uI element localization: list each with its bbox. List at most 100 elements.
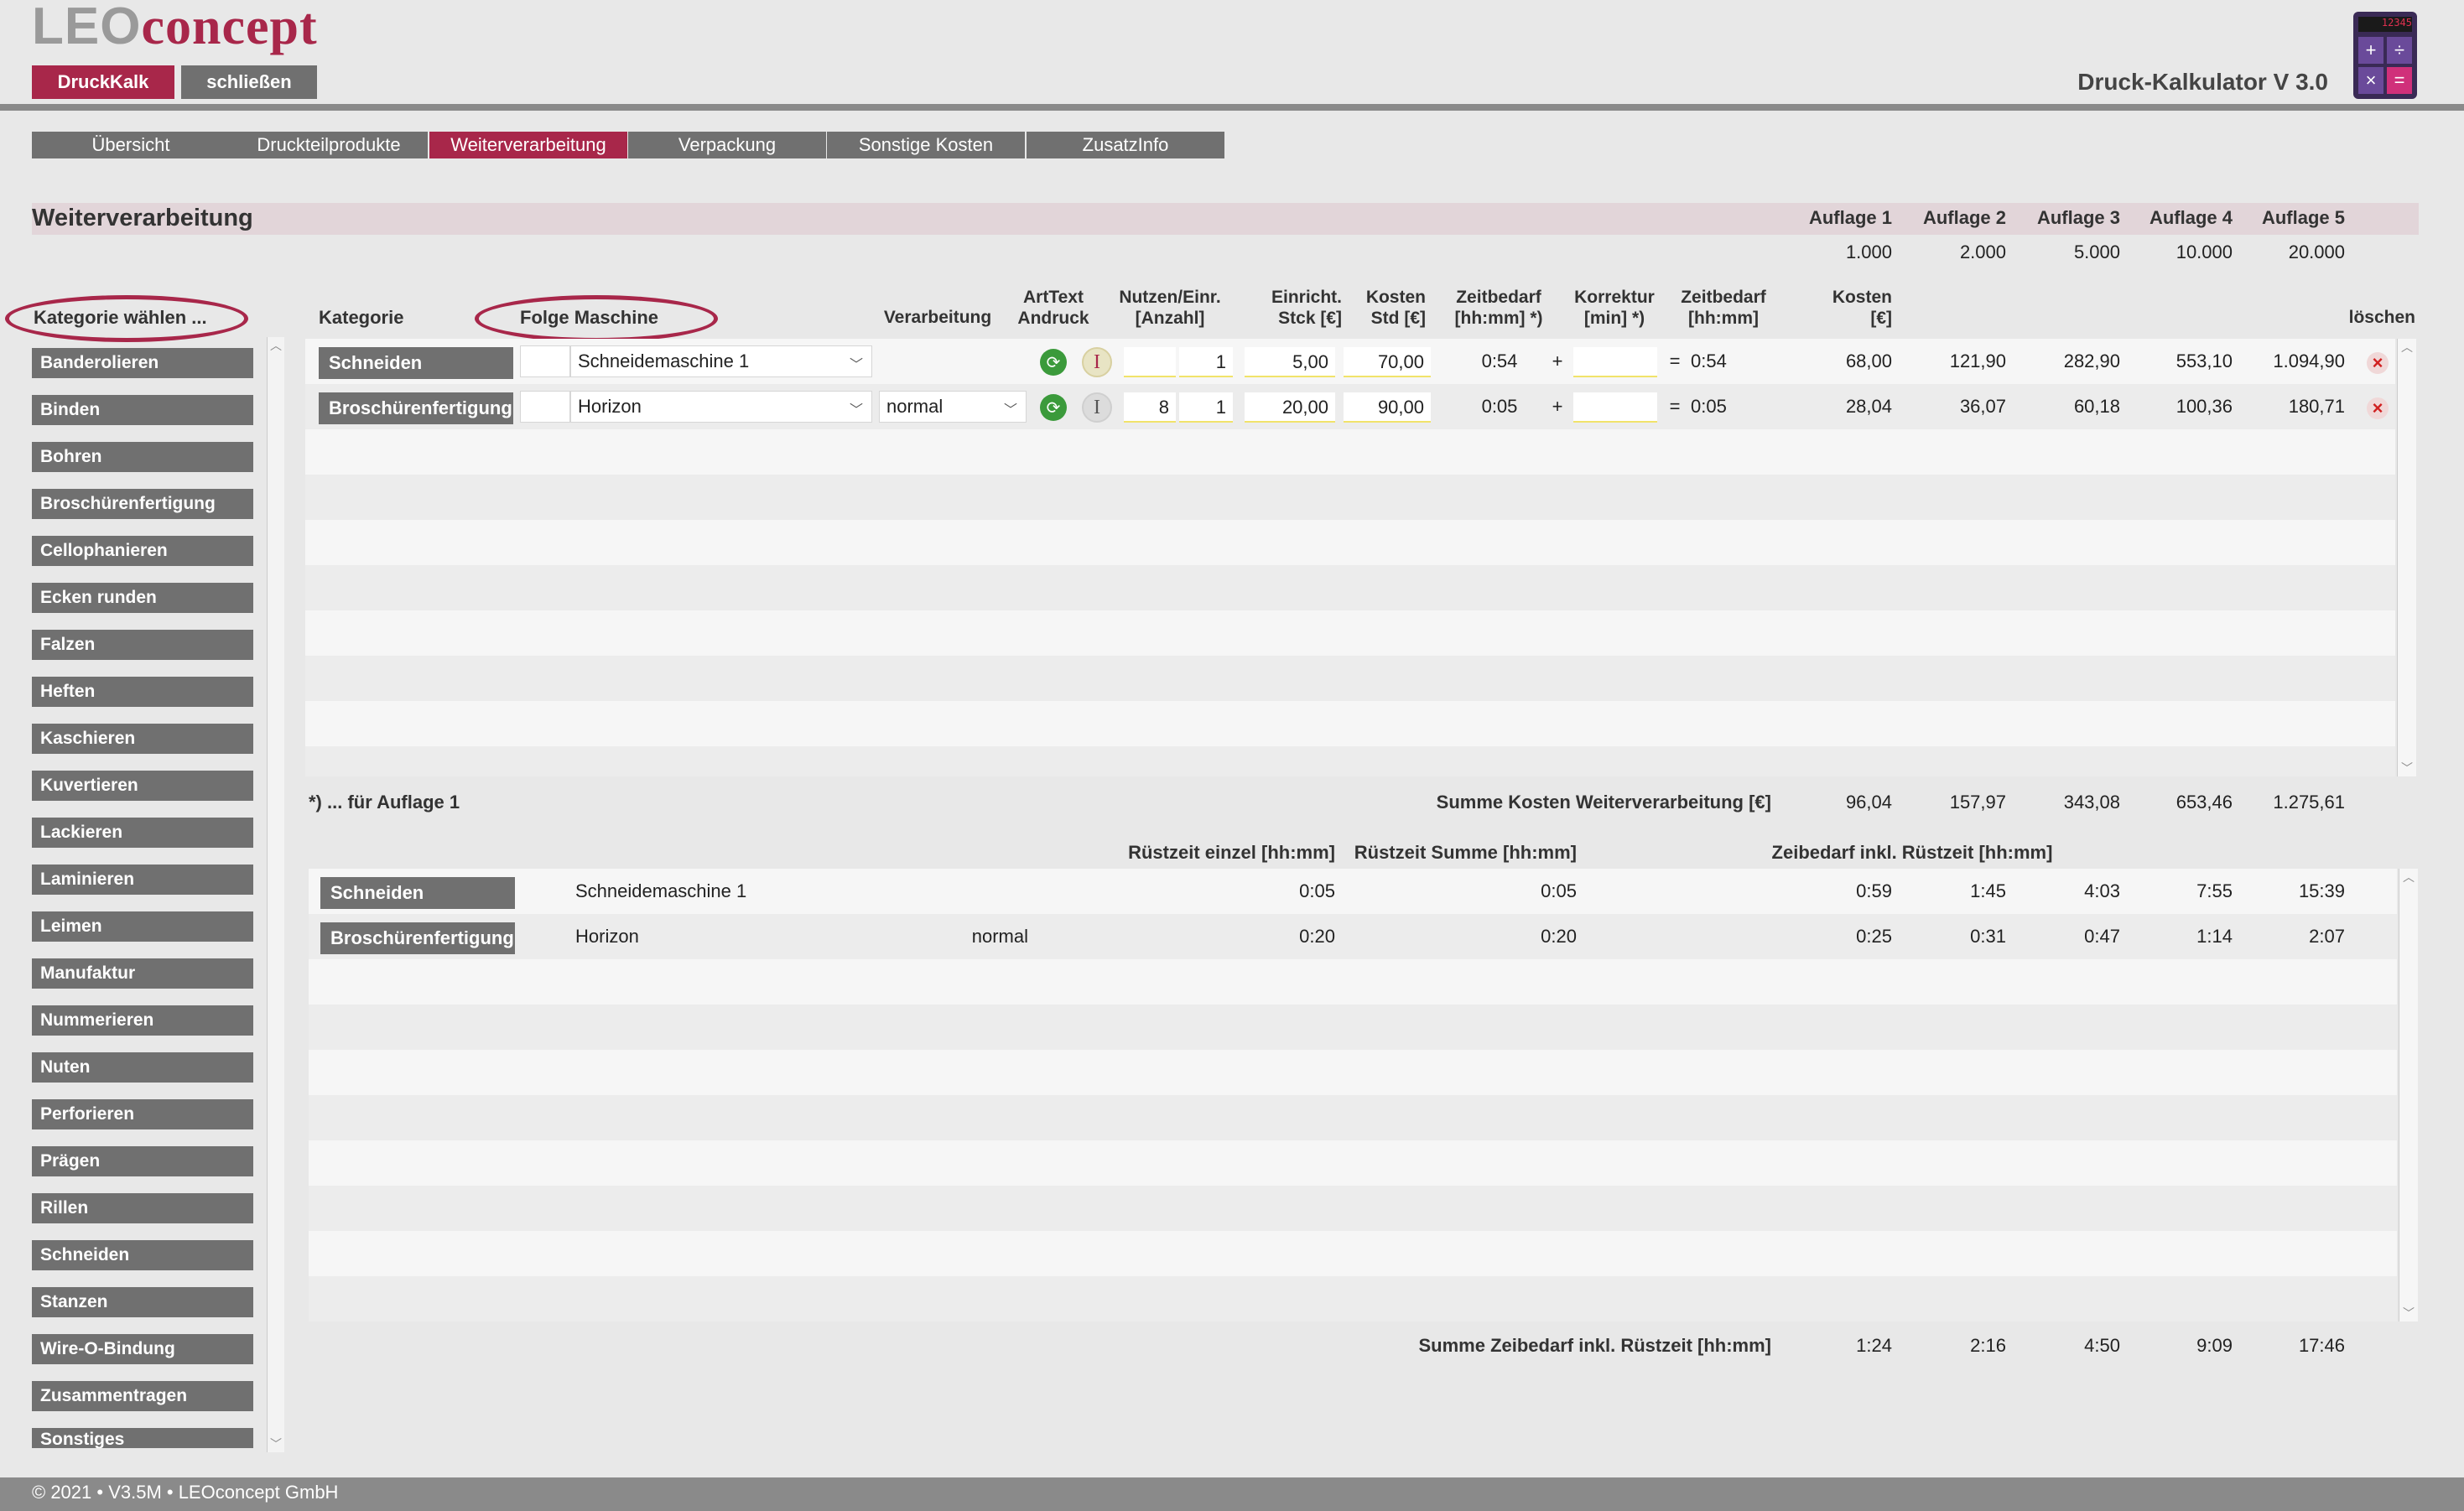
druckkalk-button[interactable]: DruckKalk [32, 65, 174, 99]
machines-table-scrollbar[interactable]: ︿ ﹀ [2397, 339, 2416, 776]
category-rillen[interactable]: Rillen [32, 1193, 253, 1223]
category-praegen[interactable]: Prägen [32, 1146, 253, 1176]
kosten-auflage-1: 28,04 [1845, 396, 1892, 417]
table-row [309, 1005, 2397, 1050]
category-leimen[interactable]: Leimen [32, 911, 253, 942]
kosten-auflage-1: 68,00 [1845, 350, 1892, 371]
maschine-select[interactable]: Schneidemaschine 1 ﹀ [570, 345, 872, 377]
category-stanzen[interactable]: Stanzen [32, 1287, 253, 1317]
calculator-icon[interactable]: 12345 + ÷ × = [2353, 12, 2417, 99]
table-row [309, 1276, 2397, 1321]
scroll-up-icon[interactable]: ︿ [2399, 869, 2418, 885]
category-kaschieren[interactable]: Kaschieren [32, 724, 253, 754]
row-prefix-field[interactable] [520, 345, 570, 377]
category-falzen[interactable]: Falzen [32, 630, 253, 660]
scroll-down-icon[interactable]: ﹀ [268, 1436, 284, 1452]
app-title: Druck-Kalkulator V 3.0 [2077, 69, 2328, 95]
zeitbedarf-auflage-5: 15:39 [2298, 880, 2345, 901]
tab-verpackung[interactable]: Verpackung [628, 132, 826, 158]
kosten-auflage-3: 282,90 [2063, 350, 2120, 371]
category-manufaktur[interactable]: Manufaktur [32, 958, 253, 989]
category-list-scrollbar[interactable]: ︿ ﹀ [267, 337, 284, 1452]
chevron-down-icon: ﹀ [849, 358, 863, 372]
table-row [305, 475, 2395, 520]
category-kuvertieren[interactable]: Kuvertieren [32, 771, 253, 801]
refresh-icon[interactable]: ⟳ [1040, 394, 1067, 421]
category-zusammentragen[interactable]: Zusammentragen [32, 1381, 253, 1411]
row-prefix-field[interactable] [520, 391, 570, 423]
column-zeitbedarf-total: Zeitbedarf [hh:mm] [1681, 288, 1766, 328]
scroll-down-icon[interactable]: ﹀ [2398, 760, 2416, 776]
copyright-text: © 2021 • V3.5M • LEOconcept GmbH [32, 1482, 339, 1503]
kosten-std-field[interactable]: 70,00 [1344, 347, 1431, 377]
zeitbedarf-auflage-3: 0:47 [2084, 926, 2120, 947]
row-verarbeitung: normal [971, 926, 1028, 947]
ruestzeit-table-scrollbar[interactable]: ︿ ﹀ [2399, 869, 2418, 1321]
row-kategorie: Broschürenfertigung [319, 392, 513, 424]
nutzen-field[interactable] [1124, 347, 1176, 377]
scroll-up-icon[interactable]: ︿ [268, 337, 284, 354]
category-binden[interactable]: Binden [32, 395, 253, 425]
summe-zeitbedarf-1: 1:24 [1856, 1335, 1892, 1356]
footnote: *) ... für Auflage 1 [309, 792, 460, 813]
table-row [305, 656, 2395, 701]
category-sonstiges[interactable]: Sonstiges [32, 1428, 253, 1448]
plus-sign: + [1552, 396, 1563, 417]
tab-druckteilprodukte[interactable]: Druckteilprodukte [230, 132, 428, 158]
category-perforieren[interactable]: Perforieren [32, 1099, 253, 1129]
text-cursor-icon[interactable]: I [1082, 347, 1112, 377]
delete-icon[interactable]: × [2367, 352, 2389, 374]
korrektur-field[interactable] [1573, 392, 1657, 423]
category-banderolieren[interactable]: Banderolieren [32, 348, 253, 378]
nutzen-field[interactable]: 8 [1124, 392, 1176, 423]
category-cellophanieren[interactable]: Cellophanieren [32, 536, 253, 566]
kosten-auflage-2: 36,07 [1959, 396, 2006, 417]
summe-zeitbedarf-4: 9:09 [2196, 1335, 2233, 1356]
category-nuten[interactable]: Nuten [32, 1052, 253, 1083]
maschine-select[interactable]: Horizon ﹀ [570, 391, 872, 423]
category-ecken-runden[interactable]: Ecken runden [32, 583, 253, 613]
text-cursor-icon[interactable]: I [1082, 392, 1112, 423]
table-row [309, 1050, 2397, 1095]
korrektur-field[interactable] [1573, 347, 1657, 377]
category-lackieren[interactable]: Lackieren [32, 818, 253, 848]
category-heften[interactable]: Heften [32, 677, 253, 707]
table-row [305, 610, 2395, 656]
verarbeitung-select[interactable]: normal ﹀ [879, 391, 1027, 423]
zeitbedarf-auflage-4: 7:55 [2196, 880, 2233, 901]
delete-icon[interactable]: × [2367, 397, 2389, 419]
tab-uebersicht[interactable]: Übersicht [32, 132, 230, 158]
table-row [305, 746, 2395, 776]
close-button[interactable]: schließen [181, 65, 317, 99]
category-bohren[interactable]: Bohren [32, 442, 253, 472]
tab-sonstige-kosten[interactable]: Sonstige Kosten [827, 132, 1025, 158]
auflage-header-2: Auflage 2 [1922, 207, 2006, 228]
kosten-auflage-4: 553,10 [2175, 350, 2233, 371]
summe-kosten-2: 157,97 [1949, 792, 2006, 813]
equals-sign: = [1669, 396, 1681, 417]
row-maschine: Horizon [575, 926, 639, 947]
tab-weiterverarbeitung[interactable]: Weiterverarbeitung [429, 132, 627, 158]
einricht-stck-field[interactable]: 5,00 [1245, 347, 1335, 377]
category-laminieren[interactable]: Laminieren [32, 865, 253, 895]
einricht-stck-field[interactable]: 20,00 [1245, 392, 1335, 423]
einrichtung-field[interactable]: 1 [1179, 392, 1233, 423]
tab-zusatzinfo[interactable]: ZusatzInfo [1027, 132, 1224, 158]
refresh-icon[interactable]: ⟳ [1040, 349, 1067, 376]
category-broschuerenfertigung[interactable]: Broschürenfertigung [32, 489, 253, 519]
category-schneiden[interactable]: Schneiden [32, 1240, 253, 1270]
zeitbedarf-auflage-1: 0:59 [1856, 880, 1892, 901]
auflage-value-2: 2.000 [1959, 241, 2006, 262]
category-nummerieren[interactable]: Nummerieren [32, 1005, 253, 1036]
zeitbedarf-auflage-3: 4:03 [2084, 880, 2120, 901]
summe-kosten-5: 1.275,61 [2273, 792, 2345, 813]
table-row [305, 520, 2395, 565]
kosten-std-field[interactable]: 90,00 [1344, 392, 1431, 423]
einrichtung-field[interactable]: 1 [1179, 347, 1233, 377]
column-verarbeitung: Verarbeitung [883, 308, 992, 327]
scroll-down-icon[interactable]: ﹀ [2399, 1305, 2418, 1321]
table-row [305, 565, 2395, 610]
column-ruestzeit-summe: Rüstzeit Summe [hh:mm] [1354, 842, 1577, 863]
scroll-up-icon[interactable]: ︿ [2398, 339, 2416, 356]
category-wire-o-bindung[interactable]: Wire-O-Bindung [32, 1334, 253, 1364]
